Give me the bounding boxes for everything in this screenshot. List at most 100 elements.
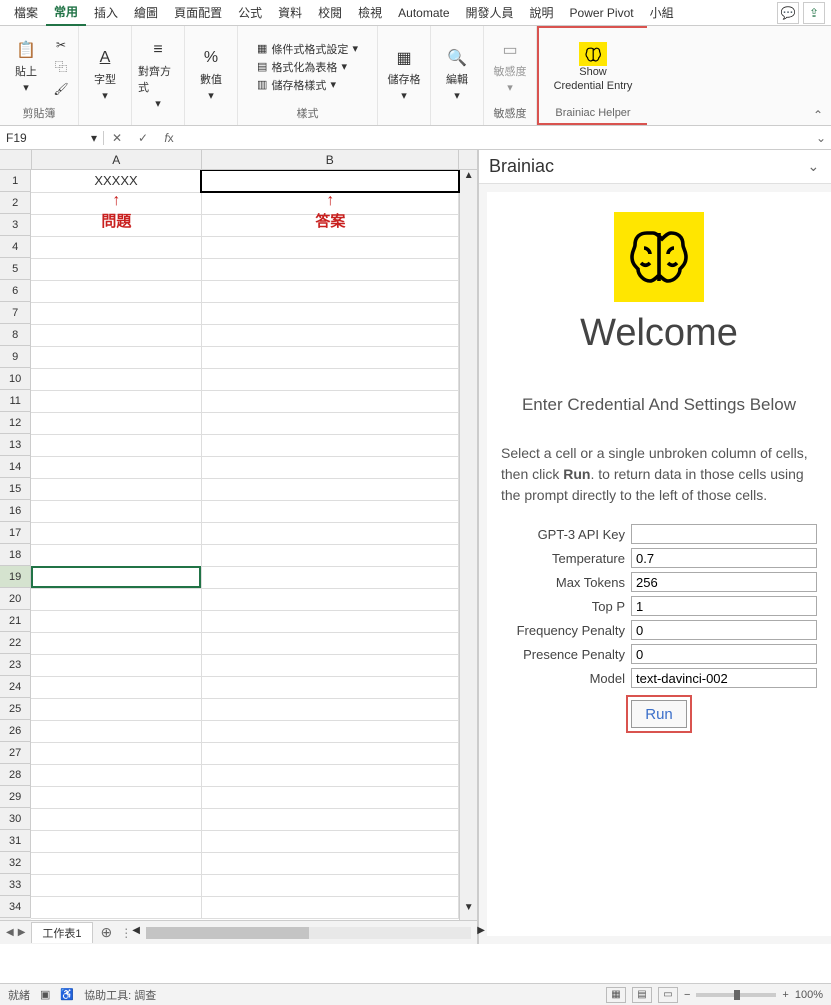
cell-A7[interactable] <box>31 302 201 324</box>
row-header-32[interactable]: 32 <box>0 852 31 874</box>
row-header-16[interactable]: 16 <box>0 500 31 522</box>
cell-A12[interactable] <box>31 412 201 434</box>
api-key-input[interactable] <box>631 524 817 544</box>
cell-B32[interactable] <box>201 852 459 874</box>
cell-B13[interactable] <box>201 434 459 456</box>
cell-A25[interactable] <box>31 698 201 720</box>
cell-A32[interactable] <box>31 852 201 874</box>
temperature-input[interactable] <box>631 548 817 568</box>
accessibility-icon[interactable]: ♿ <box>60 988 74 1001</box>
tab-view[interactable]: 檢視 <box>350 0 390 25</box>
row-header-26[interactable]: 26 <box>0 720 31 742</box>
cell-A10[interactable] <box>31 368 201 390</box>
cell-B23[interactable] <box>201 654 459 676</box>
pres-penalty-input[interactable] <box>631 644 817 664</box>
tab-file[interactable]: 檔案 <box>6 0 46 25</box>
row-header-2[interactable]: 2 <box>0 192 31 214</box>
max-tokens-input[interactable] <box>631 572 817 592</box>
tab-help[interactable]: 說明 <box>522 0 562 25</box>
row-header-7[interactable]: 7 <box>0 302 31 324</box>
cell-B5[interactable] <box>201 258 459 280</box>
cell-B16[interactable] <box>201 500 459 522</box>
top-p-input[interactable] <box>631 596 817 616</box>
view-page-layout-icon[interactable]: ▤ <box>632 987 652 1003</box>
cell-A2[interactable] <box>31 192 201 214</box>
pane-collapse-icon[interactable]: ⌄ <box>808 158 820 175</box>
expand-formula-icon[interactable]: ⌄ <box>811 131 831 145</box>
cell-B19[interactable] <box>201 566 459 588</box>
cell-A29[interactable] <box>31 786 201 808</box>
cell-A30[interactable] <box>31 808 201 830</box>
view-normal-icon[interactable]: ▦ <box>606 987 626 1003</box>
row-header-24[interactable]: 24 <box>0 676 31 698</box>
cell-A17[interactable] <box>31 522 201 544</box>
cell-A8[interactable] <box>31 324 201 346</box>
row-header-33[interactable]: 33 <box>0 874 31 896</box>
cell-A1[interactable]: XXXXX <box>31 170 201 192</box>
hscroll-right-icon[interactable]: ▶ <box>477 925 485 936</box>
row-header-34[interactable]: 34 <box>0 896 31 918</box>
cell-A21[interactable] <box>31 610 201 632</box>
vertical-scrollbar[interactable]: ▲ ▼ <box>459 170 477 920</box>
cell-A6[interactable] <box>31 280 201 302</box>
scroll-up-icon[interactable]: ▲ <box>460 170 477 188</box>
collapse-ribbon-icon[interactable]: ⌃ <box>813 108 823 122</box>
row-header-10[interactable]: 10 <box>0 368 31 390</box>
row-header-4[interactable]: 4 <box>0 236 31 258</box>
cell-A19[interactable] <box>31 566 201 588</box>
tab-home[interactable]: 常用 <box>46 0 86 26</box>
zoom-slider[interactable] <box>696 993 776 997</box>
cell-B8[interactable] <box>201 324 459 346</box>
row-header-8[interactable]: 8 <box>0 324 31 346</box>
cell-B1[interactable] <box>201 170 459 192</box>
zoom-out-icon[interactable]: − <box>684 989 690 1001</box>
add-sheet-button[interactable]: ⊕ <box>101 924 113 941</box>
row-header-21[interactable]: 21 <box>0 610 31 632</box>
tab-developer[interactable]: 開發人員 <box>458 0 522 25</box>
scroll-down-icon[interactable]: ▼ <box>460 902 477 920</box>
cell-styles-button[interactable]: ▥儲存格樣式▾ <box>257 77 358 93</box>
number-button[interactable]: % 數值 ▾ <box>191 47 231 102</box>
tab-formulas[interactable]: 公式 <box>230 0 270 25</box>
run-button[interactable]: Run <box>631 700 687 728</box>
tab-insert[interactable]: 插入 <box>86 0 126 25</box>
row-header-22[interactable]: 22 <box>0 632 31 654</box>
row-header-17[interactable]: 17 <box>0 522 31 544</box>
row-header-20[interactable]: 20 <box>0 588 31 610</box>
cell-B25[interactable] <box>201 698 459 720</box>
cell-B3[interactable] <box>201 214 459 236</box>
cut-icon[interactable]: ✂ <box>50 35 72 55</box>
cells-button[interactable]: ▦ 儲存格 ▾ <box>384 47 424 102</box>
row-header-12[interactable]: 12 <box>0 412 31 434</box>
tab-draw[interactable]: 繪圖 <box>126 0 166 25</box>
row-header-18[interactable]: 18 <box>0 544 31 566</box>
format-painter-icon[interactable]: 🖌 <box>50 79 72 99</box>
column-header-a[interactable]: A <box>32 150 202 170</box>
cell-B14[interactable] <box>201 456 459 478</box>
cell-B27[interactable] <box>201 742 459 764</box>
cell-A27[interactable] <box>31 742 201 764</box>
tab-team[interactable]: 小組 <box>642 0 682 25</box>
cell-A34[interactable] <box>31 896 201 918</box>
tab-layout[interactable]: 頁面配置 <box>166 0 230 25</box>
column-header-b[interactable]: B <box>202 150 459 170</box>
tab-powerpivot[interactable]: Power Pivot <box>562 2 642 24</box>
row-header-5[interactable]: 5 <box>0 258 31 280</box>
model-input[interactable] <box>631 668 817 688</box>
row-header-14[interactable]: 14 <box>0 456 31 478</box>
row-header-15[interactable]: 15 <box>0 478 31 500</box>
zoom-level[interactable]: 100% <box>795 989 823 1001</box>
cell-A11[interactable] <box>31 390 201 412</box>
cell-B10[interactable] <box>201 368 459 390</box>
row-header-11[interactable]: 11 <box>0 390 31 412</box>
cell-B2[interactable] <box>201 192 459 214</box>
cell-A31[interactable] <box>31 830 201 852</box>
row-header-13[interactable]: 13 <box>0 434 31 456</box>
cell-B28[interactable] <box>201 764 459 786</box>
cell-A14[interactable] <box>31 456 201 478</box>
cell-B21[interactable] <box>201 610 459 632</box>
row-header-30[interactable]: 30 <box>0 808 31 830</box>
row-header-27[interactable]: 27 <box>0 742 31 764</box>
view-page-break-icon[interactable]: ▭ <box>658 987 678 1003</box>
horizontal-scrollbar[interactable]: ◀▶ <box>146 927 471 939</box>
